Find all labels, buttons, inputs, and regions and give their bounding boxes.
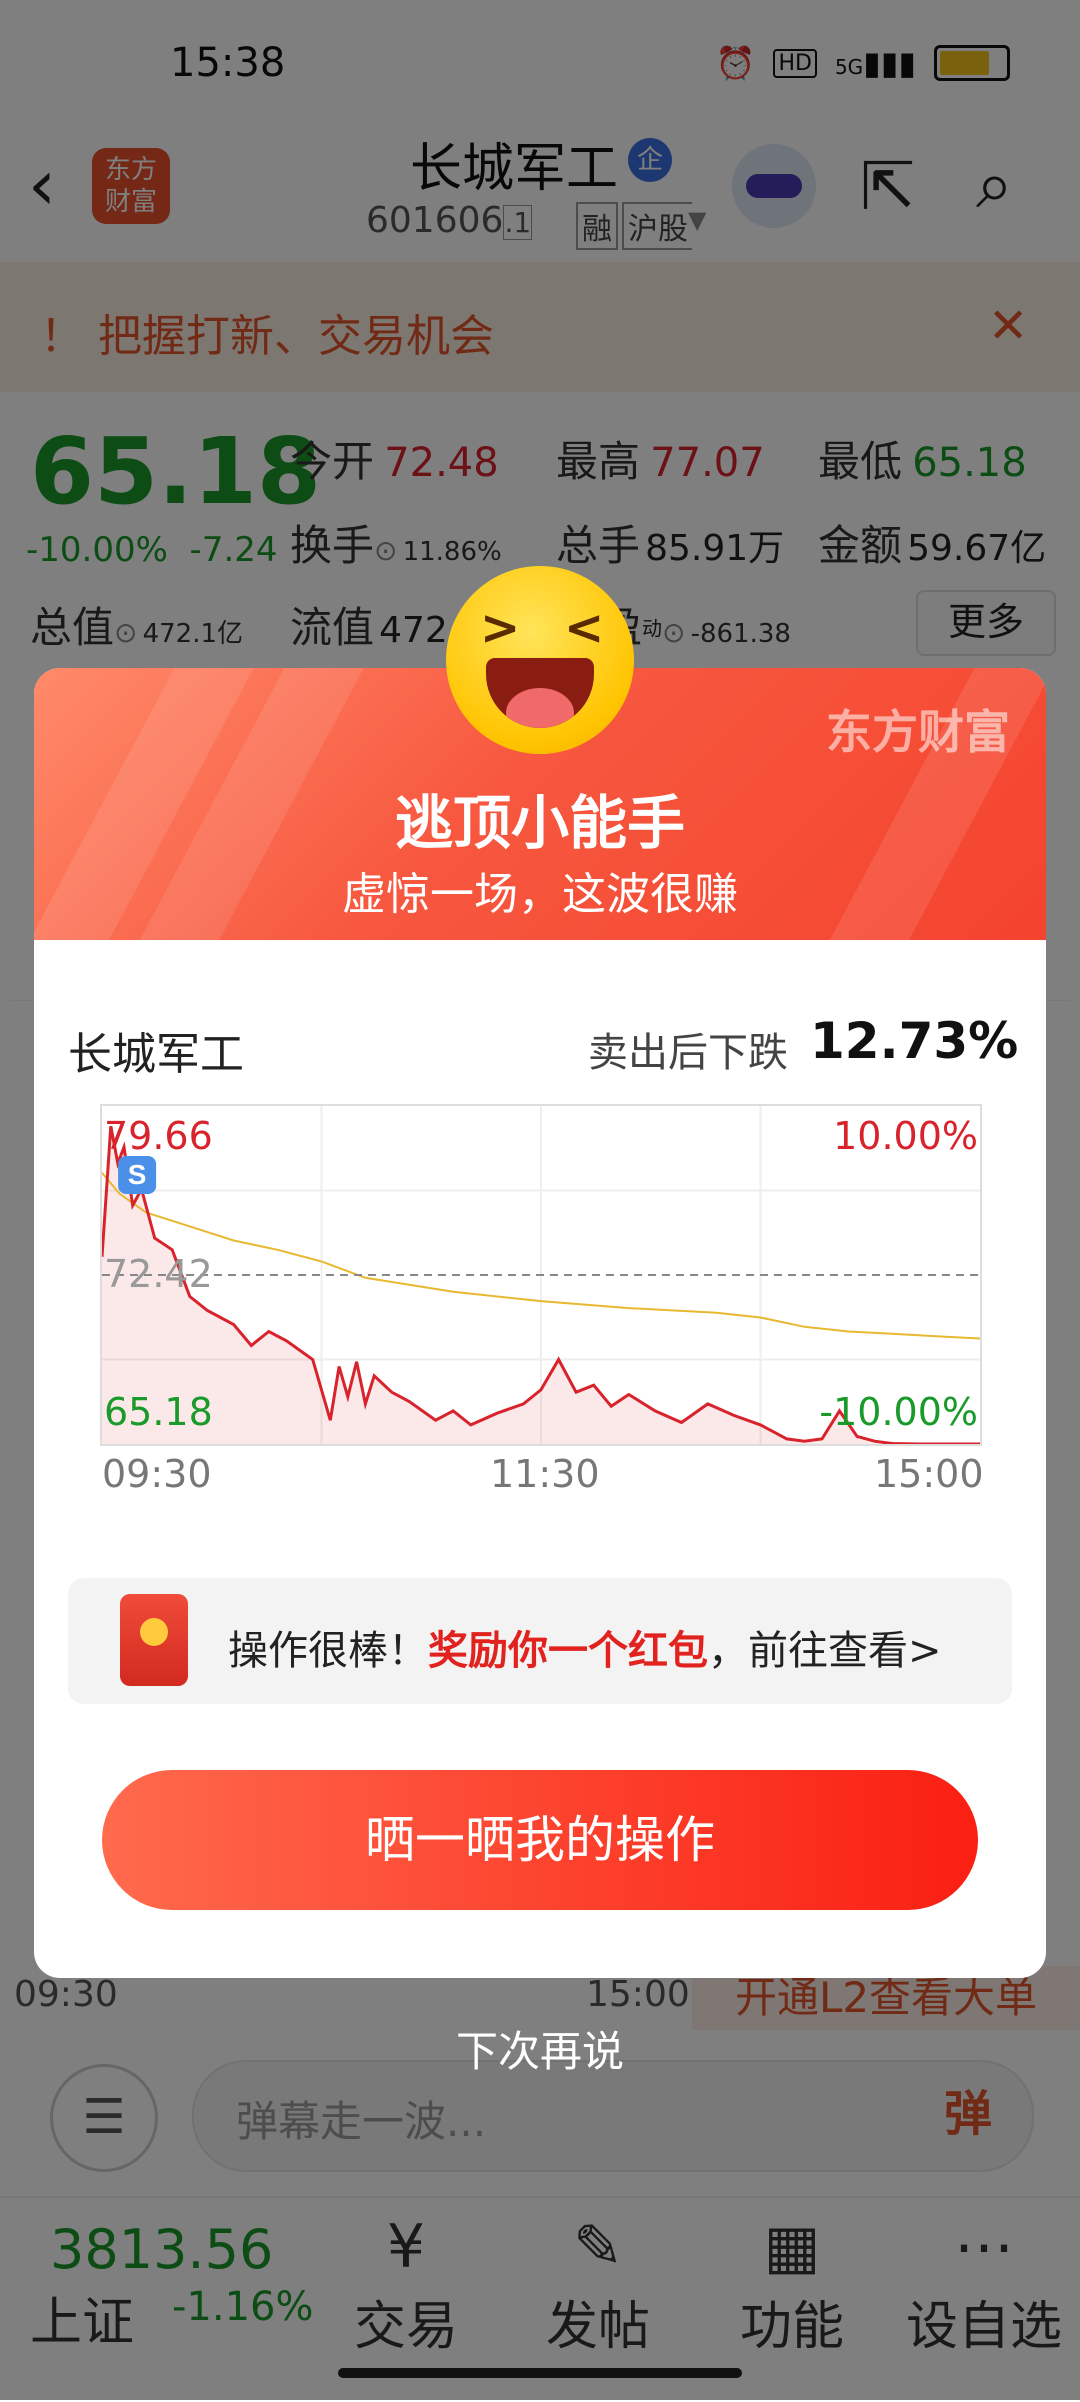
- pct-min-label: -10.00%: [819, 1390, 978, 1434]
- red-envelope-icon: [120, 1594, 188, 1686]
- reward-text[interactable]: 操作很棒！奖励你一个红包，前往查看>: [228, 1618, 942, 1676]
- sell-marker-label: S: [128, 1159, 147, 1190]
- prev-close-label: 72.42: [104, 1252, 213, 1296]
- y-max-label: 79.66: [104, 1114, 213, 1158]
- intraday-chart: S 79.66 72.42 65.18 10.00% -10.00%: [100, 1104, 982, 1446]
- drop-value: 12.73%: [810, 1012, 1019, 1070]
- brand-watermark: 东方财富: [826, 705, 1010, 759]
- laughing-emoji-icon: > <: [446, 566, 634, 754]
- modal-subtitle: 虚惊一场，这波很赚: [342, 869, 738, 920]
- modal-title: 逃顶小能手: [394, 789, 685, 857]
- x-tick-start: 09:30: [102, 1452, 212, 1496]
- later-link[interactable]: 下次再说: [0, 2018, 1080, 2079]
- y-min-label: 65.18: [104, 1390, 213, 1434]
- drop-label: 卖出后下跌: [588, 1030, 788, 1076]
- x-tick-end: 15:00: [874, 1452, 984, 1496]
- card-stock-name: 长城军工: [68, 1029, 244, 1080]
- x-tick-mid: 11:30: [490, 1452, 600, 1496]
- pct-max-label: 10.00%: [833, 1114, 978, 1158]
- share-operation-button[interactable]: 晒一晒我的操作: [102, 1770, 978, 1910]
